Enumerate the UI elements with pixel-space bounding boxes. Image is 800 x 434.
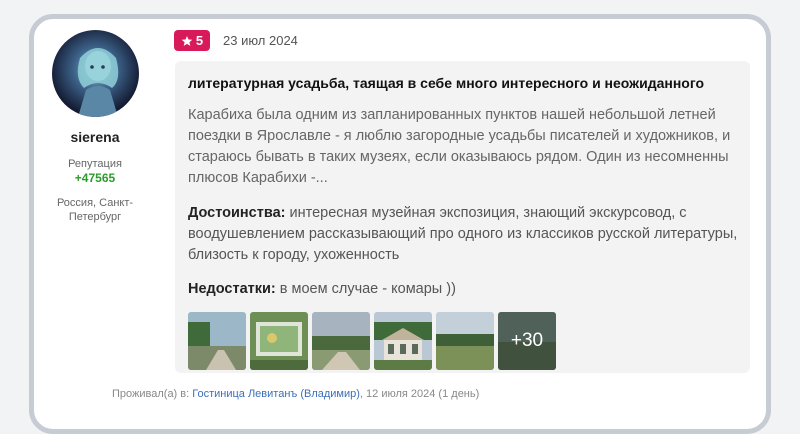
photo-thumbnail[interactable]	[250, 312, 308, 370]
reputation-value: +47565	[74, 171, 116, 185]
pros-label: Достоинства:	[188, 205, 286, 221]
review-pros: Достоинства: интересная музейная экспози…	[188, 203, 743, 266]
review-text[interactable]: Карабиха была одним из запланированных п…	[188, 105, 743, 189]
review-date: 23 июл 2024	[223, 33, 298, 48]
hotel-link[interactable]: Гостиница Левитанъ (Владимир)	[192, 388, 360, 400]
photo-thumbnail[interactable]	[436, 312, 494, 370]
stay-date: , 12 июля 2024 (1 день)	[359, 388, 480, 400]
cons-text: в моем случае - комары ))	[279, 281, 456, 297]
photo-strip: +30	[188, 312, 556, 370]
avatar[interactable]	[52, 30, 139, 117]
username[interactable]: sierena	[40, 129, 150, 145]
cons-label: Недостатки:	[188, 281, 276, 297]
review-title[interactable]: литературная усадьба, таящая в себе мног…	[188, 75, 704, 91]
review-cons: Недостатки: в моем случае - комары ))	[188, 279, 743, 300]
stay-prefix: Проживал(а) в:	[112, 388, 190, 400]
rating-badge: 5	[174, 30, 210, 51]
reputation-label: Репутация	[68, 158, 122, 170]
star-icon	[181, 35, 193, 46]
stay-info: Проживал(а) в: Гостиница Левитанъ (Влади…	[112, 388, 479, 400]
more-photos-count: +30	[498, 312, 556, 370]
user-location: Россия, Санкт-Петербург	[56, 197, 134, 223]
photo-thumbnail[interactable]	[188, 312, 246, 370]
more-photos-button[interactable]: +30	[498, 312, 556, 370]
photo-thumbnail[interactable]	[312, 312, 370, 370]
rating-value: 5	[195, 33, 204, 48]
photo-thumbnail[interactable]	[374, 312, 432, 370]
